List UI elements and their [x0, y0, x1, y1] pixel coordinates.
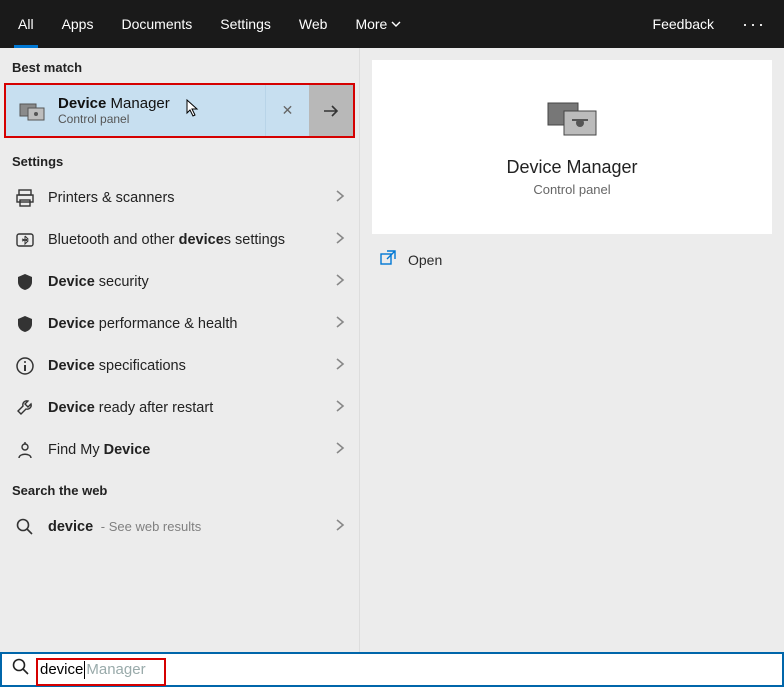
- search-icon: [12, 658, 30, 681]
- settings-result-label: Printers & scanners: [48, 190, 335, 206]
- tab-documents[interactable]: Documents: [107, 0, 206, 48]
- arrow-right-icon: [322, 104, 340, 118]
- open-icon: [380, 250, 396, 269]
- section-search-web: Search the web: [0, 471, 359, 506]
- search-input[interactable]: device Manager: [40, 661, 146, 679]
- preview-pane: Device Manager Control panel Open: [360, 48, 784, 652]
- settings-result-label: Device performance & health: [48, 316, 335, 332]
- preview-title: Device Manager: [506, 157, 637, 178]
- settings-result[interactable]: Device ready after restart: [0, 387, 359, 429]
- settings-result-label: Device security: [48, 274, 335, 290]
- chevron-right-icon: [335, 189, 345, 208]
- section-settings: Settings: [0, 142, 359, 177]
- settings-result-label: Bluetooth and other devices settings: [48, 232, 335, 248]
- settings-result-label: Device specifications: [48, 358, 335, 374]
- best-match-title: Device Manager: [58, 95, 170, 112]
- preview-card: Device Manager Control panel: [372, 60, 772, 234]
- findmy-icon: [14, 439, 36, 461]
- tab-settings[interactable]: Settings: [206, 0, 285, 48]
- settings-result-label: Find My Device: [48, 442, 335, 458]
- settings-result[interactable]: Bluetooth and other devices settings: [0, 219, 359, 261]
- wrench-icon: [14, 397, 36, 419]
- open-action[interactable]: Open: [372, 234, 772, 285]
- tab-web[interactable]: Web: [285, 0, 342, 48]
- best-match-row: Device Manager Control panel ✕: [4, 83, 355, 138]
- tab-more[interactable]: More: [341, 0, 415, 48]
- device-manager-large-icon: [542, 97, 602, 141]
- bluetooth-icon: [14, 229, 36, 251]
- chevron-right-icon: [335, 315, 345, 334]
- filter-tabs: All Apps Documents Settings Web More Fee…: [0, 0, 784, 48]
- chevron-down-icon: [391, 19, 401, 29]
- feedback-link[interactable]: Feedback: [639, 16, 728, 32]
- web-result-label: device - See web results: [48, 519, 335, 535]
- tab-all[interactable]: All: [4, 0, 48, 48]
- tab-apps[interactable]: Apps: [48, 0, 108, 48]
- preview-subtitle: Control panel: [533, 182, 610, 197]
- best-match-subtitle: Control panel: [58, 112, 170, 126]
- chevron-right-icon: [335, 273, 345, 292]
- info-icon: [14, 355, 36, 377]
- printer-icon: [14, 187, 36, 209]
- chevron-right-icon: [335, 399, 345, 418]
- more-options-button[interactable]: ···: [728, 14, 780, 35]
- chevron-right-icon: [335, 357, 345, 376]
- chevron-right-icon: [335, 518, 345, 537]
- section-best-match: Best match: [0, 48, 359, 83]
- settings-result-label: Device ready after restart: [48, 400, 335, 416]
- settings-result[interactable]: Device security: [0, 261, 359, 303]
- search-bar[interactable]: device Manager: [0, 652, 784, 687]
- open-preview-button[interactable]: [309, 85, 353, 136]
- results-pane: Best match Device Manager Control panel …: [0, 48, 360, 652]
- settings-result[interactable]: Printers & scanners: [0, 177, 359, 219]
- chevron-right-icon: [335, 231, 345, 250]
- cursor-icon: [186, 99, 200, 117]
- settings-result[interactable]: Device performance & health: [0, 303, 359, 345]
- chevron-right-icon: [335, 441, 345, 460]
- search-icon: [14, 516, 36, 538]
- shield-icon: [14, 313, 36, 335]
- web-result[interactable]: device - See web results: [0, 506, 359, 548]
- shield-icon: [14, 271, 36, 293]
- device-manager-icon: [18, 99, 46, 123]
- close-button[interactable]: ✕: [265, 85, 309, 136]
- settings-result[interactable]: Find My Device: [0, 429, 359, 471]
- best-match-result[interactable]: Device Manager Control panel: [6, 85, 265, 136]
- settings-result[interactable]: Device specifications: [0, 345, 359, 387]
